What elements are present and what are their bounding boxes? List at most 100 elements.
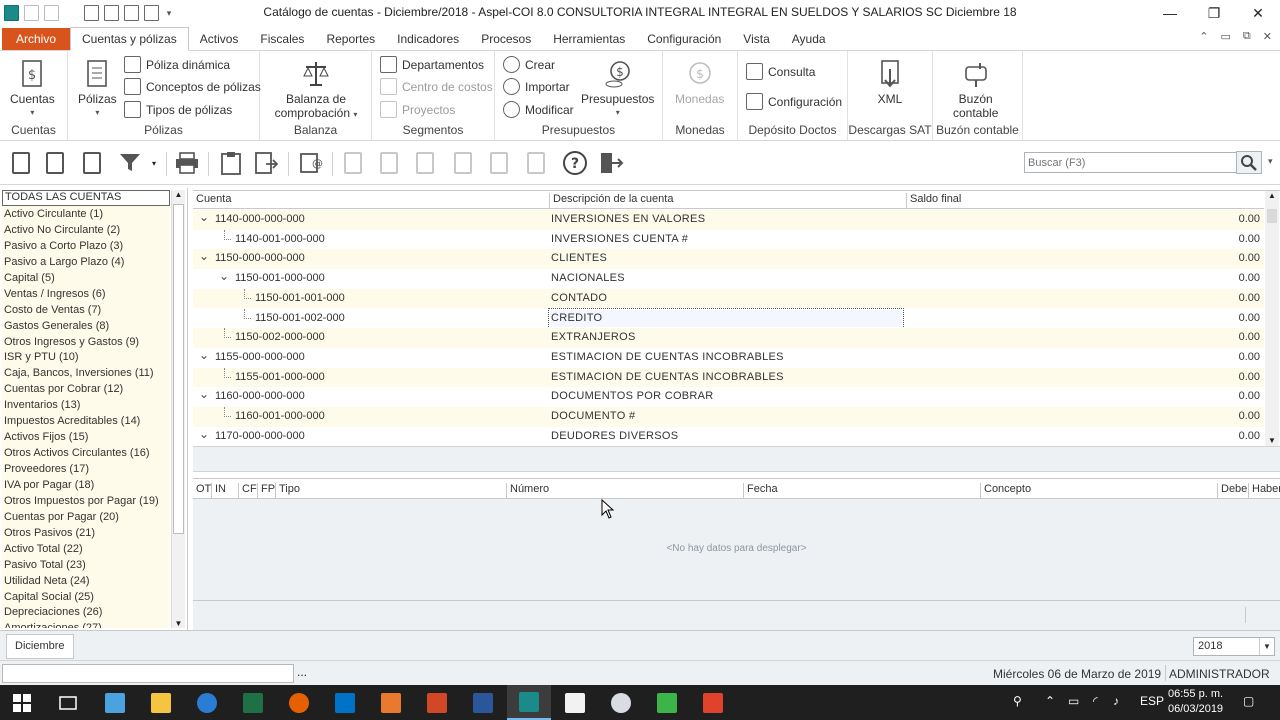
account-group-item[interactable]: Activo Total (22) xyxy=(2,540,170,557)
tab-vista[interactable]: Vista xyxy=(732,28,780,50)
column-header-cf[interactable]: CF xyxy=(239,483,258,498)
column-header-nmero[interactable]: Número xyxy=(507,483,744,498)
qat-document-icon[interactable] xyxy=(84,5,99,21)
account-group-item[interactable]: Ventas / Ingresos (6) xyxy=(2,285,170,302)
account-group-item[interactable]: Cuentas por Cobrar (12) xyxy=(2,381,170,398)
column-header-concepto[interactable]: Concepto xyxy=(981,483,1218,498)
modificar-presupuesto-button[interactable]: Modificar xyxy=(503,101,574,118)
taskbar-recorder[interactable] xyxy=(700,690,726,716)
minimize-button[interactable]: — xyxy=(1148,0,1192,26)
column-header-haber[interactable]: Haber xyxy=(1249,483,1280,498)
expand-toggle-icon[interactable]: ⌄ xyxy=(199,249,209,263)
taskbar-camtasia[interactable] xyxy=(654,690,680,716)
account-group-item[interactable]: IVA por Pagar (18) xyxy=(2,476,170,493)
people-tray-icon[interactable]: ⚲ xyxy=(1013,694,1022,708)
column-header-fecha[interactable]: Fecha xyxy=(744,483,981,498)
expand-toggle-icon[interactable]: ⌄ xyxy=(199,387,209,401)
consulta-button[interactable]: Consulta xyxy=(746,63,815,80)
tab-procesos[interactable]: Procesos xyxy=(470,28,542,50)
balanza-button[interactable]: Balanza de comprobación ▾ xyxy=(268,59,364,122)
xml-button[interactable]: XML xyxy=(876,59,904,106)
mdi-close-icon[interactable]: ✕ xyxy=(1263,30,1272,43)
status-input[interactable] xyxy=(2,664,294,683)
account-group-item[interactable]: Depreciaciones (26) xyxy=(2,604,170,621)
column-header-tipo[interactable]: Tipo xyxy=(276,483,507,498)
qat-exit-icon[interactable] xyxy=(144,5,159,21)
task-view-button[interactable] xyxy=(55,690,81,716)
grid-splitter[interactable] xyxy=(193,446,1280,472)
wifi-icon[interactable]: ◜ xyxy=(1093,694,1098,708)
account-group-item[interactable]: Activo Circulante (1) xyxy=(2,206,170,222)
presupuestos-button[interactable]: $ Presupuestos ▾ xyxy=(581,59,654,120)
edit-disabled-button[interactable] xyxy=(376,150,402,176)
users-button[interactable] xyxy=(412,150,438,176)
exit-button[interactable] xyxy=(598,150,624,176)
battery-icon[interactable]: ▭ xyxy=(1068,694,1079,708)
buzon-button[interactable]: Buzón contable xyxy=(953,59,998,120)
scroll-up-icon[interactable]: ▲ xyxy=(172,190,185,199)
qat-notes-icon[interactable] xyxy=(104,5,119,21)
scroll-down-icon[interactable]: ▼ xyxy=(172,619,185,628)
account-row[interactable]: 1150-001-001-000 CONTADO 0.00 xyxy=(193,288,1264,309)
account-row[interactable]: ⌄ 1150-001-000-000 NACIONALES 0.00 xyxy=(193,269,1264,289)
all-accounts-item[interactable]: TODAS LAS CUENTAS xyxy=(2,190,170,206)
column-header-debe[interactable]: Debe xyxy=(1218,483,1249,498)
copy-button[interactable] xyxy=(340,150,366,176)
money-button[interactable] xyxy=(486,150,512,176)
taskbar-file-explorer[interactable] xyxy=(148,690,174,716)
column-header-in[interactable]: IN xyxy=(212,483,239,498)
chevron-up-icon[interactable]: ⌃ xyxy=(1045,694,1055,708)
taskbar-word[interactable] xyxy=(470,690,496,716)
scroll-thumb[interactable] xyxy=(1267,209,1277,223)
polizas-button[interactable]: Pólizas ▾ xyxy=(78,59,117,120)
account-group-item[interactable]: Otros Ingresos y Gastos (9) xyxy=(2,333,170,350)
scroll-down-icon[interactable]: ▼ xyxy=(1265,436,1279,445)
account-group-item[interactable]: Activos Fijos (15) xyxy=(2,429,170,446)
taskbar-clock[interactable]: 06:55 p. m. 06/03/2019 xyxy=(1168,687,1223,717)
taskbar-explorer-app[interactable] xyxy=(102,690,128,716)
tab-archivo[interactable]: Archivo xyxy=(2,28,71,50)
account-group-item[interactable]: Otros Impuestos por Pagar (19) xyxy=(2,492,170,509)
account-group-item[interactable]: Amortizaciones (27) xyxy=(2,620,170,628)
tipos-polizas-button[interactable]: Tipos de pólizas xyxy=(124,101,232,118)
account-group-item[interactable]: Capital (5) xyxy=(2,269,170,286)
help-button[interactable]: ? xyxy=(562,150,588,176)
start-button[interactable] xyxy=(9,690,35,716)
expand-toggle-icon[interactable]: ⌄ xyxy=(219,269,229,283)
accounts-scrollbar[interactable]: ▲ ▼ xyxy=(1265,191,1279,447)
tab-indicadores[interactable]: Indicadores xyxy=(386,28,470,50)
print-button[interactable] xyxy=(174,150,200,176)
tab-ayuda[interactable]: Ayuda xyxy=(781,28,837,50)
proyectos-button[interactable]: Proyectos xyxy=(380,101,455,118)
qat-customize-icon[interactable]: ▾ xyxy=(164,8,174,19)
account-group-item[interactable]: Gastos Generales (8) xyxy=(2,317,170,334)
status-more-button[interactable]: ... xyxy=(294,664,310,683)
filter-button[interactable] xyxy=(118,150,144,176)
account-row[interactable]: 1150-001-002-000 CREDITO 0.00 xyxy=(193,307,1264,329)
account-row[interactable]: ⌄ 1140-000-000-000 INVERSIONES EN VALORES 0… xyxy=(193,210,1264,230)
taskbar-aspel-app[interactable] xyxy=(608,690,634,716)
qat-new-icon[interactable] xyxy=(24,5,39,21)
account-group-item[interactable]: Activo No Circulante (2) xyxy=(2,221,170,238)
account-group-item[interactable]: Proveedores (17) xyxy=(2,461,170,477)
taskbar-outlook[interactable] xyxy=(332,690,358,716)
qat-help-icon[interactable] xyxy=(124,5,139,21)
departamentos-button[interactable]: Departamentos xyxy=(380,56,484,73)
taskbar-people[interactable] xyxy=(378,690,404,716)
year-select[interactable]: 2018 ▼ xyxy=(1193,637,1275,656)
taskbar-powerpoint[interactable] xyxy=(424,690,450,716)
tab-fiscales[interactable]: Fiscales xyxy=(249,28,315,50)
poliza-dinamica-button[interactable]: Póliza dinámica xyxy=(124,56,230,73)
column-header-ot[interactable]: OT xyxy=(193,483,212,498)
search-input[interactable] xyxy=(1024,152,1237,173)
column-header-fp[interactable]: FP xyxy=(258,483,276,498)
new-account-button[interactable] xyxy=(8,150,34,176)
tab-configuracion[interactable]: Configuración xyxy=(636,28,732,50)
importar-presupuesto-button[interactable]: Importar xyxy=(503,78,570,95)
account-group-item[interactable]: Otros Activos Circulantes (16) xyxy=(2,445,170,461)
paste-button[interactable] xyxy=(218,150,244,176)
chevron-down-icon[interactable]: ▼ xyxy=(1259,638,1274,655)
expand-toggle-icon[interactable]: ⌄ xyxy=(199,427,209,441)
search-button[interactable] xyxy=(1236,151,1262,174)
account-row[interactable]: ⌄ 1150-000-000-000 CLIENTES 0.00 xyxy=(193,249,1264,270)
